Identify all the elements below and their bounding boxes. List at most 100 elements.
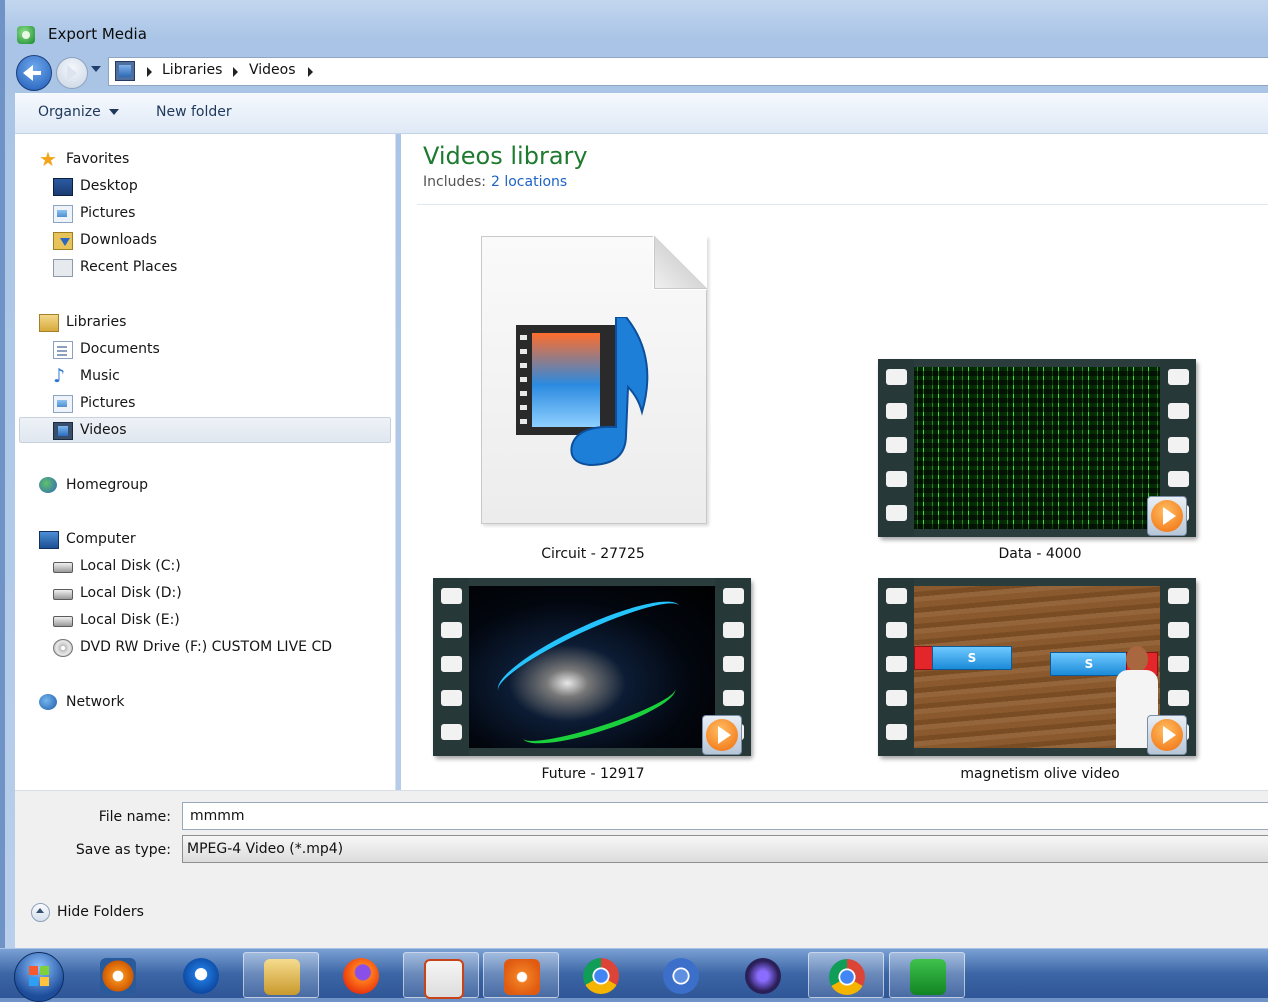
- nav-label: Downloads: [80, 232, 157, 248]
- play-icon: [1147, 715, 1187, 755]
- film-sprocket: [886, 690, 907, 706]
- film-sprocket: [886, 622, 907, 638]
- thumbnail-image: [914, 367, 1160, 529]
- film-sprocket: [886, 505, 907, 521]
- file-explorer-icon: [264, 959, 300, 995]
- file-list-pane: Videos library Includes: 2 locations Cir…: [401, 134, 1268, 790]
- nav-label: Libraries: [66, 314, 127, 330]
- screen-capture-icon: [504, 959, 540, 995]
- taskbar-chrome[interactable]: [563, 952, 639, 998]
- file-name-input[interactable]: [182, 802, 1268, 830]
- film-sprocket: [886, 588, 907, 604]
- taskbar-file-explorer[interactable]: [243, 952, 319, 998]
- export-media-dialog: Export Media Libraries Videos Organize N…: [5, 0, 1268, 949]
- desktop-icon: [53, 178, 73, 196]
- taskbar-firefox[interactable]: [323, 952, 399, 998]
- film-sprocket: [886, 369, 907, 385]
- film-sprocket: [1168, 403, 1189, 419]
- thumbnail-image: [469, 586, 715, 748]
- save-options-panel: File name: Save as type: MPEG-4 Video (*…: [15, 790, 1268, 949]
- taskbar-screen-capture[interactable]: [483, 952, 559, 998]
- organize-button[interactable]: Organize: [38, 104, 119, 120]
- film-strip-left: [878, 578, 914, 756]
- chromium-icon: [663, 958, 699, 994]
- network-icon: [39, 694, 57, 710]
- nav-label: Favorites: [66, 151, 130, 167]
- address-bar[interactable]: Libraries Videos: [108, 57, 1268, 86]
- film-sprocket: [520, 363, 527, 368]
- nav-label: Pictures: [80, 205, 136, 221]
- downloads-icon: [53, 232, 73, 250]
- magnet-south-pole: S: [932, 646, 1012, 670]
- title-bar: Export Media: [5, 14, 1268, 52]
- presenter-head: [1126, 646, 1148, 672]
- film-sprocket: [520, 419, 527, 424]
- taskbar-internet-explorer[interactable]: [163, 952, 239, 998]
- breadcrumb-separator-icon[interactable]: [233, 67, 238, 77]
- media-player-icon: [100, 958, 136, 994]
- save-as-type-select[interactable]: MPEG-4 Video (*.mp4): [182, 835, 1268, 863]
- file-name: Future - 12917: [541, 766, 645, 782]
- film-sprocket: [520, 377, 527, 382]
- taskbar-video-editor[interactable]: [725, 952, 801, 998]
- breadcrumb-separator-icon[interactable]: [147, 67, 152, 77]
- hide-folders-button[interactable]: Hide Folders: [31, 901, 144, 923]
- film-sprocket: [723, 690, 744, 706]
- recent-pages-dropdown-icon[interactable]: [91, 66, 101, 72]
- star-icon: ★: [39, 147, 57, 171]
- nav-label: Local Disk (D:): [80, 585, 182, 601]
- new-folder-button[interactable]: New folder: [156, 104, 232, 120]
- library-title: Videos library: [423, 142, 588, 170]
- divider: [417, 204, 1268, 205]
- hard-disk-icon: [53, 616, 73, 627]
- taskbar-chromium[interactable]: [643, 952, 719, 998]
- taskbar-camtasia[interactable]: [889, 952, 965, 998]
- nav-label: Recent Places: [80, 259, 178, 275]
- taskbar-powerpoint[interactable]: [403, 952, 479, 999]
- nav-label: Local Disk (E:): [80, 612, 180, 628]
- film-sprocket: [886, 437, 907, 453]
- film-sprocket: [886, 403, 907, 419]
- forward-button[interactable]: [56, 57, 88, 89]
- music-icon: ♪: [53, 365, 66, 387]
- breadcrumb-videos[interactable]: Videos: [249, 62, 296, 78]
- file-name: Data - 4000: [998, 546, 1082, 562]
- internet-explorer-icon: [183, 958, 219, 994]
- breadcrumb-separator-icon[interactable]: [308, 67, 313, 77]
- nav-label: Documents: [80, 341, 160, 357]
- hard-disk-icon: [53, 589, 73, 600]
- chrome-profile-icon: [829, 959, 865, 995]
- videos-icon: [53, 422, 73, 440]
- film-sprocket: [723, 622, 744, 638]
- taskbar-chrome-profile[interactable]: [808, 952, 884, 998]
- documents-icon: [53, 341, 73, 359]
- breadcrumb-libraries[interactable]: Libraries: [162, 62, 222, 78]
- start-button[interactable]: [14, 952, 64, 1002]
- hard-disk-icon: [53, 562, 73, 573]
- film-sprocket: [520, 335, 527, 340]
- chevron-up-icon: [31, 902, 50, 922]
- computer-icon: [39, 531, 59, 549]
- firefox-icon: [343, 958, 379, 994]
- organize-label: Organize: [38, 104, 101, 120]
- film-sprocket: [1168, 471, 1189, 487]
- window-title: Export Media: [48, 25, 147, 43]
- film-sprocket: [520, 405, 527, 410]
- back-button[interactable]: [16, 55, 52, 91]
- film-sprocket: [441, 588, 462, 604]
- taskbar: [0, 948, 1268, 1002]
- film-strip-left: [878, 359, 914, 537]
- film-sprocket: [723, 656, 744, 672]
- music-note-icon: [570, 317, 649, 467]
- videos-library-icon: [115, 61, 135, 81]
- film-sprocket: [1168, 588, 1189, 604]
- nav-label: Desktop: [80, 178, 138, 194]
- film-sprocket: [1168, 622, 1189, 638]
- thumbnail-image: S S: [914, 586, 1160, 748]
- app-icon: [17, 26, 35, 44]
- libraries-icon: [39, 314, 59, 332]
- locations-link[interactable]: 2 locations: [491, 174, 567, 190]
- film-sprocket: [723, 588, 744, 604]
- command-toolbar: Organize New folder: [15, 93, 1268, 134]
- taskbar-media-player[interactable]: [80, 952, 156, 998]
